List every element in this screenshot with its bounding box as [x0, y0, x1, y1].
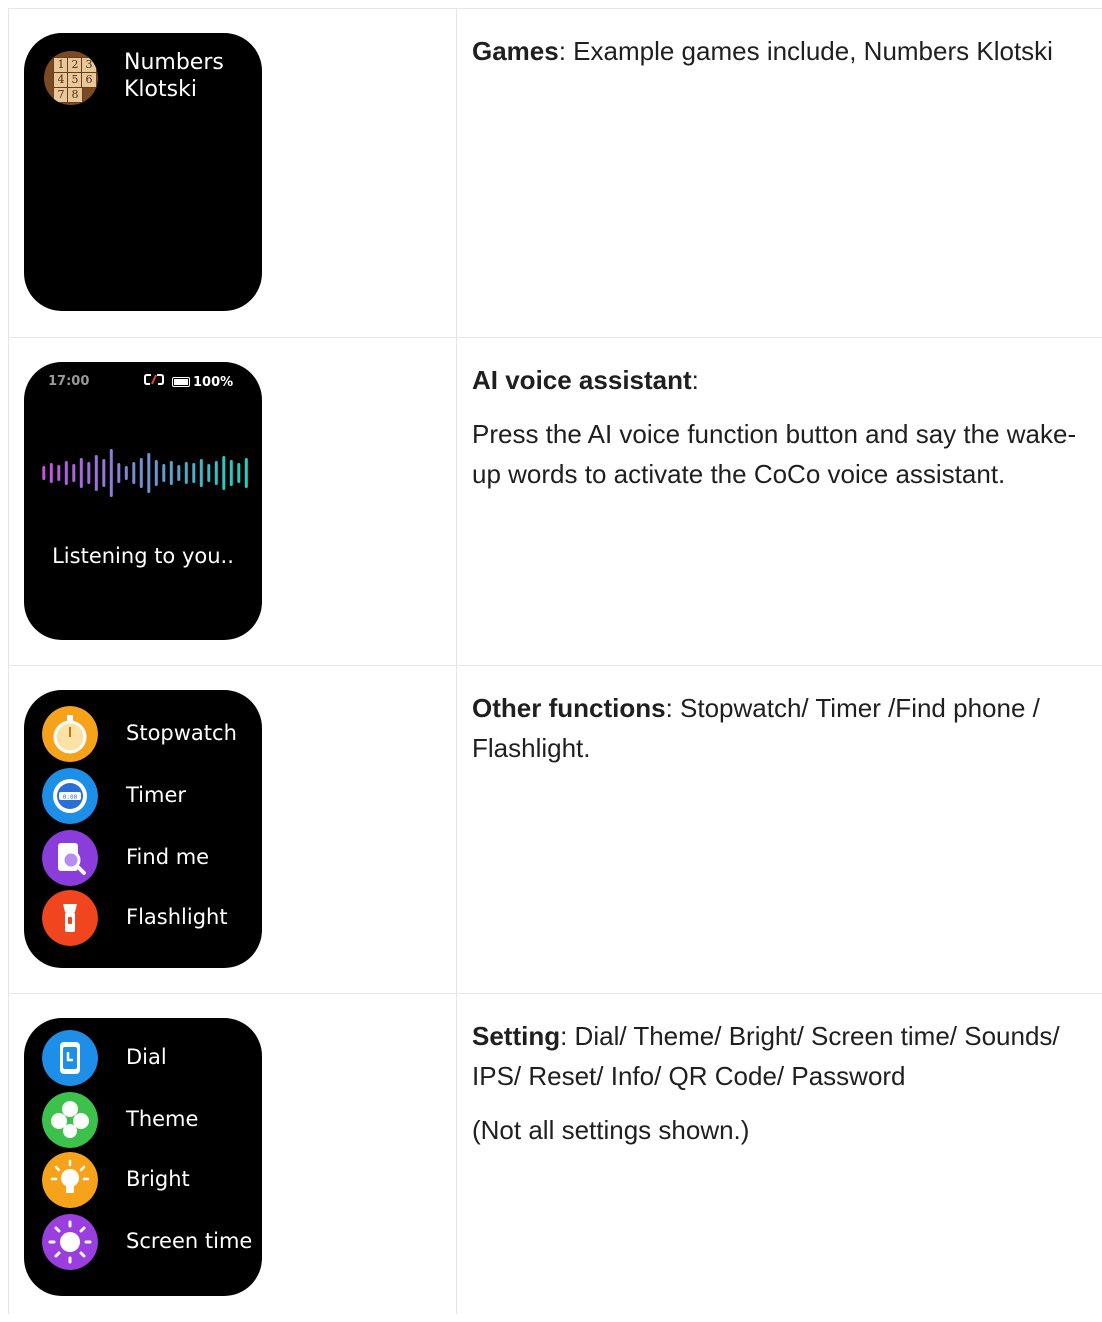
- menu-item-flashlight[interactable]: Flashlight: [42, 890, 262, 946]
- menu-item-stopwatch[interactable]: Stopwatch: [42, 706, 262, 762]
- waveform-bar: [222, 456, 226, 490]
- waveform-bar: [207, 464, 211, 482]
- menu-item-dial[interactable]: Dial: [42, 1030, 262, 1086]
- menu-item-theme[interactable]: Theme: [42, 1092, 262, 1148]
- description-paragraph: (Not all settings shown.): [472, 1115, 750, 1145]
- waveform-bar: [154, 460, 158, 486]
- link-icon: [144, 373, 164, 390]
- waveform-bar: [79, 458, 83, 488]
- menu-item-timer[interactable]: 0:00 Timer: [42, 768, 262, 824]
- description-other: Other functions: Stopwatch/ Timer /Find …: [472, 693, 1040, 763]
- voice-waveform: [42, 449, 248, 497]
- description-paragraph: Press the AI voice function button and s…: [472, 419, 1077, 489]
- watch-screen-voice: 17:00 100% Listening to you..: [24, 362, 262, 640]
- status-time: 17:00: [48, 374, 90, 389]
- menu-item-screen-time[interactable]: Screen time: [42, 1214, 262, 1270]
- watch-screen-games: 1 2 3 4 5 6 7 8 Numbers Klotski: [24, 33, 262, 311]
- waveform-bar: [102, 459, 106, 487]
- menu-item-find-me[interactable]: Find me: [42, 830, 262, 886]
- table-row-games: 1 2 3 4 5 6 7 8 Numbers Klotski Games: E…: [8, 9, 1102, 337]
- waveform-bar: [184, 462, 188, 484]
- waveform-bar: [244, 458, 248, 488]
- waveform-bar: [177, 465, 181, 481]
- waveform-bar: [199, 459, 203, 487]
- waveform-bar: [229, 460, 233, 486]
- waveform-bar: [237, 463, 241, 483]
- waveform-bar: [169, 461, 173, 485]
- flashlight-icon: [42, 890, 98, 946]
- waveform-bar: [124, 466, 128, 480]
- watch-dial-icon: [42, 1030, 98, 1086]
- klotski-icon[interactable]: 1 2 3 4 5 6 7 8: [44, 51, 98, 105]
- find-phone-icon: [42, 830, 98, 886]
- waveform-bar: [162, 464, 166, 482]
- table-row-other: Stopwatch 0:00 Timer Find me Flashlight …: [8, 666, 1102, 994]
- waveform-bar: [117, 463, 121, 483]
- waveform-bar: [109, 449, 113, 497]
- bulb-icon: [42, 1152, 98, 1208]
- battery-level: 100%: [193, 375, 234, 390]
- feature-name: Other functions: [472, 693, 666, 723]
- svg-text:0:00: 0:00: [63, 794, 78, 801]
- table-row-voice: 17:00 100% Listening to you.. AI voice a…: [8, 338, 1102, 666]
- waveform-bar: [42, 466, 46, 480]
- waveform-bar: [64, 461, 68, 485]
- battery-icon: [172, 376, 190, 387]
- description-setting: Setting: Dial/ Theme/ Bright/ Screen tim…: [472, 1016, 1092, 1164]
- waveform-bar: [132, 462, 136, 484]
- stopwatch-icon: [42, 706, 98, 762]
- menu-item-bright[interactable]: Bright: [42, 1152, 262, 1208]
- waveform-bar: [139, 458, 143, 488]
- theme-icon: [42, 1092, 98, 1148]
- description-games: Games: Example games include, Numbers Kl…: [472, 36, 1053, 66]
- waveform-bar: [147, 453, 151, 493]
- feature-name: Setting: [472, 1021, 561, 1051]
- feature-name: AI voice assistant: [472, 365, 692, 395]
- watch-screen-other: Stopwatch 0:00 Timer Find me Flashlight: [24, 690, 262, 968]
- waveform-bar: [49, 463, 53, 483]
- waveform-bar: [94, 455, 98, 491]
- waveform-bar: [192, 463, 196, 483]
- feature-name: Games: [472, 36, 559, 66]
- description-voice: AI voice assistant: Press the AI voice f…: [472, 360, 1092, 508]
- status-bar: 100%: [144, 373, 233, 390]
- waveform-bar: [87, 462, 91, 484]
- waveform-bar: [72, 464, 76, 482]
- table-row-setting: Dial Theme Bright Screen time Setting: D…: [8, 994, 1102, 1322]
- listening-text: Listening to you..: [52, 544, 234, 568]
- sun-icon: [42, 1214, 98, 1270]
- timer-icon: 0:00: [42, 768, 98, 824]
- game-title[interactable]: Numbers Klotski: [124, 49, 224, 103]
- watch-screen-setting: Dial Theme Bright Screen time: [24, 1018, 262, 1296]
- waveform-bar: [57, 465, 61, 481]
- waveform-bar: [214, 461, 218, 485]
